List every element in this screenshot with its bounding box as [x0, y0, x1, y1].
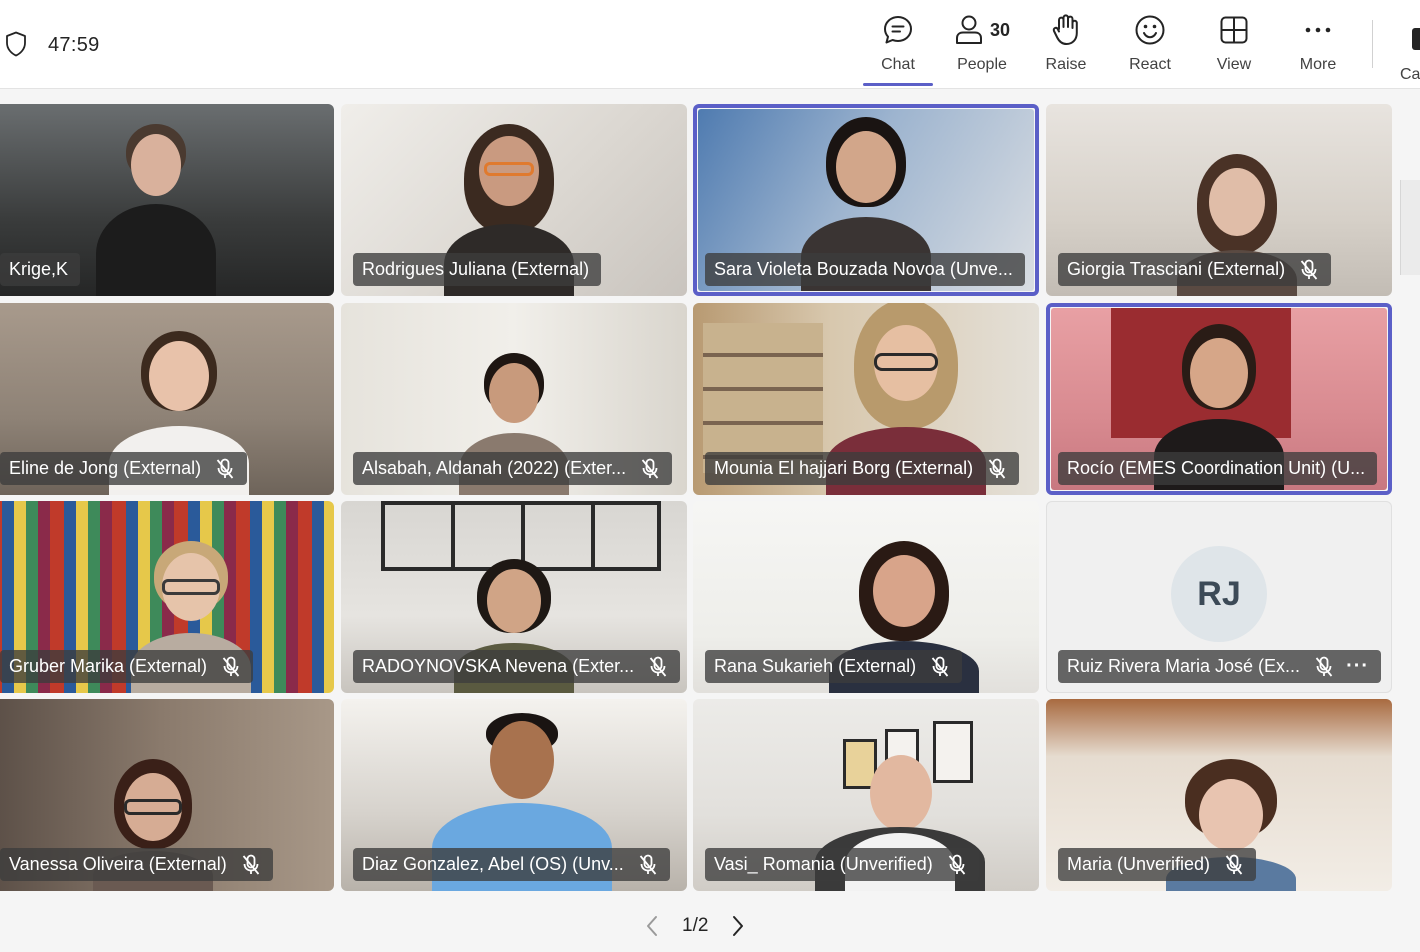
- participant-name: Maria (Unverified): [1067, 854, 1211, 874]
- participant-name: Rodrigues Juliana (External): [362, 259, 590, 279]
- participant-tile[interactable]: Maria (Unverified): [1046, 699, 1392, 891]
- participant-tile[interactable]: Rana Sukarieh (External): [693, 501, 1039, 693]
- video-grid: Krige,K Rodrigues Juliana (External) Sar…: [0, 104, 1396, 894]
- participant-tile[interactable]: Krige,K: [0, 104, 334, 296]
- view-button[interactable]: View: [1192, 8, 1276, 86]
- shield-icon: [6, 31, 26, 57]
- participant-nameplate: Gruber Marika (External): [0, 650, 254, 683]
- people-label: People: [957, 56, 1007, 73]
- mic-off-icon: [948, 854, 965, 875]
- participant-tile[interactable]: Vasi_ Romania (Unverified): [693, 699, 1039, 891]
- participant-name: Alsabah, Aldanah (2022) (Exter...: [362, 458, 627, 478]
- participant-tile[interactable]: Eline de Jong (External): [0, 303, 334, 495]
- chat-button[interactable]: Chat: [856, 8, 940, 86]
- participant-name: Vasi_ Romania (Unverified): [714, 854, 933, 874]
- participant-name: Gruber Marika (External): [9, 656, 208, 676]
- participant-nameplate: Rana Sukarieh (External): [705, 650, 963, 683]
- participant-tile-video-off[interactable]: RJ Ruiz Rivera Maria José (Ex... ···: [1046, 501, 1392, 693]
- participant-name: Vanessa Oliveira (External): [9, 854, 227, 874]
- participant-silhouette: [96, 124, 216, 296]
- smiley-icon: [1135, 15, 1165, 45]
- mic-off-icon: [988, 458, 1006, 479]
- participant-tile[interactable]: Rodrigues Juliana (External): [341, 104, 687, 296]
- camera-label: Ca: [1400, 66, 1420, 83]
- participant-nameplate: Alsabah, Aldanah (2022) (Exter...: [353, 452, 673, 485]
- participant-tile-speaking[interactable]: Rocío (EMES Coordination Unit) (U...: [1046, 303, 1392, 495]
- grid-view-icon: [1220, 16, 1248, 44]
- meeting-timer: 47:59: [48, 34, 100, 56]
- participant-tile[interactable]: Vanessa Oliveira (External): [0, 699, 334, 891]
- participant-nameplate: Giorgia Trasciani (External): [1058, 253, 1332, 286]
- participant-name: Mounia El hajjari Borg (External): [714, 458, 974, 478]
- participant-nameplate: Diaz Gonzalez, Abel (OS) (Unv...: [353, 848, 670, 881]
- participant-tile[interactable]: Giorgia Trasciani (External): [1046, 104, 1392, 296]
- participant-tile[interactable]: Mounia El hajjari Borg (External): [693, 303, 1039, 495]
- participant-name: RADOYNOVSKA Nevena (Exter...: [362, 656, 635, 676]
- more-dots-icon: [1305, 27, 1331, 33]
- meeting-toolbar: 47:59 Chat 30 People Raise React View Mo…: [0, 0, 1420, 89]
- participant-name: Rocío (EMES Coordination Unit) (U...: [1067, 458, 1366, 478]
- participant-tile[interactable]: Alsabah, Aldanah (2022) (Exter...: [341, 303, 687, 495]
- more-button[interactable]: More: [1276, 8, 1360, 86]
- participant-nameplate: Maria (Unverified): [1058, 848, 1257, 881]
- camera-button[interactable]: Ca: [1400, 8, 1420, 86]
- mic-off-icon: [1315, 656, 1333, 677]
- people-count: 30: [989, 19, 1011, 40]
- participant-nameplate: Eline de Jong (External): [0, 452, 248, 485]
- participant-nameplate: Sara Violeta Bouzada Novoa (Unve...: [705, 253, 1025, 286]
- participant-tile-speaking[interactable]: Sara Violeta Bouzada Novoa (Unve...: [693, 104, 1039, 296]
- raise-hand-button[interactable]: Raise: [1024, 8, 1108, 86]
- previous-page-button[interactable]: [640, 914, 664, 938]
- participant-name: Sara Violeta Bouzada Novoa (Unve...: [714, 259, 1013, 279]
- participant-name: Ruiz Rivera Maria José (Ex...: [1067, 656, 1301, 676]
- chevron-right-icon: [733, 916, 744, 936]
- participant-nameplate: Mounia El hajjari Borg (External): [705, 452, 1020, 485]
- mic-off-icon: [641, 458, 659, 479]
- camera-icon: [1412, 28, 1420, 50]
- page-indicator: 1/2: [682, 915, 709, 936]
- mic-off-icon: [222, 656, 240, 677]
- mic-off-icon: [639, 854, 656, 875]
- chat-selected-indicator: [863, 83, 933, 86]
- people-icon: [955, 15, 982, 44]
- participant-nameplate: Vanessa Oliveira (External): [0, 848, 273, 881]
- mic-off-icon: [216, 458, 234, 479]
- participant-nameplate: Rocío (EMES Coordination Unit) (U...: [1058, 452, 1378, 485]
- participant-avatar: RJ: [1171, 546, 1267, 642]
- side-panel-edge: [1400, 180, 1420, 275]
- react-button[interactable]: React: [1108, 8, 1192, 86]
- mic-off-icon: [1225, 854, 1243, 875]
- people-button[interactable]: 30 People: [940, 8, 1024, 86]
- mic-off-icon: [649, 656, 667, 677]
- chat-icon: [884, 16, 912, 44]
- mic-off-icon: [242, 854, 259, 875]
- participant-name: Diaz Gonzalez, Abel (OS) (Unv...: [362, 854, 624, 874]
- participant-nameplate: RADOYNOVSKA Nevena (Exter...: [353, 650, 681, 683]
- chat-label: Chat: [881, 56, 915, 73]
- participant-name: Krige,K: [9, 259, 69, 279]
- view-label: View: [1216, 56, 1252, 73]
- participant-nameplate: Ruiz Rivera Maria José (Ex... ···: [1058, 650, 1382, 683]
- participant-more-options-icon[interactable]: ···: [1346, 655, 1369, 678]
- participant-tile[interactable]: Gruber Marika (External): [0, 501, 334, 693]
- mic-off-icon: [1300, 259, 1318, 280]
- participant-name: Giorgia Trasciani (External): [1067, 259, 1286, 279]
- toolbar-divider: [1372, 20, 1373, 68]
- next-page-button[interactable]: [726, 914, 750, 938]
- participant-name: Eline de Jong (External): [9, 458, 202, 478]
- mic-off-icon: [931, 656, 949, 677]
- participant-nameplate: Krige,K: [0, 253, 81, 286]
- participant-nameplate: Rodrigues Juliana (External): [353, 253, 602, 286]
- raise-hand-icon: [1052, 14, 1078, 45]
- participant-name: Rana Sukarieh (External): [714, 656, 917, 676]
- react-label: React: [1129, 56, 1171, 73]
- more-label: More: [1299, 56, 1337, 73]
- chevron-left-icon: [647, 916, 657, 936]
- raise-label: Raise: [1045, 56, 1087, 73]
- participant-nameplate: Vasi_ Romania (Unverified): [705, 848, 979, 881]
- participant-tile[interactable]: RADOYNOVSKA Nevena (Exter...: [341, 501, 687, 693]
- participant-tile[interactable]: Diaz Gonzalez, Abel (OS) (Unv...: [341, 699, 687, 891]
- gallery-pagination: 1/2: [640, 914, 750, 938]
